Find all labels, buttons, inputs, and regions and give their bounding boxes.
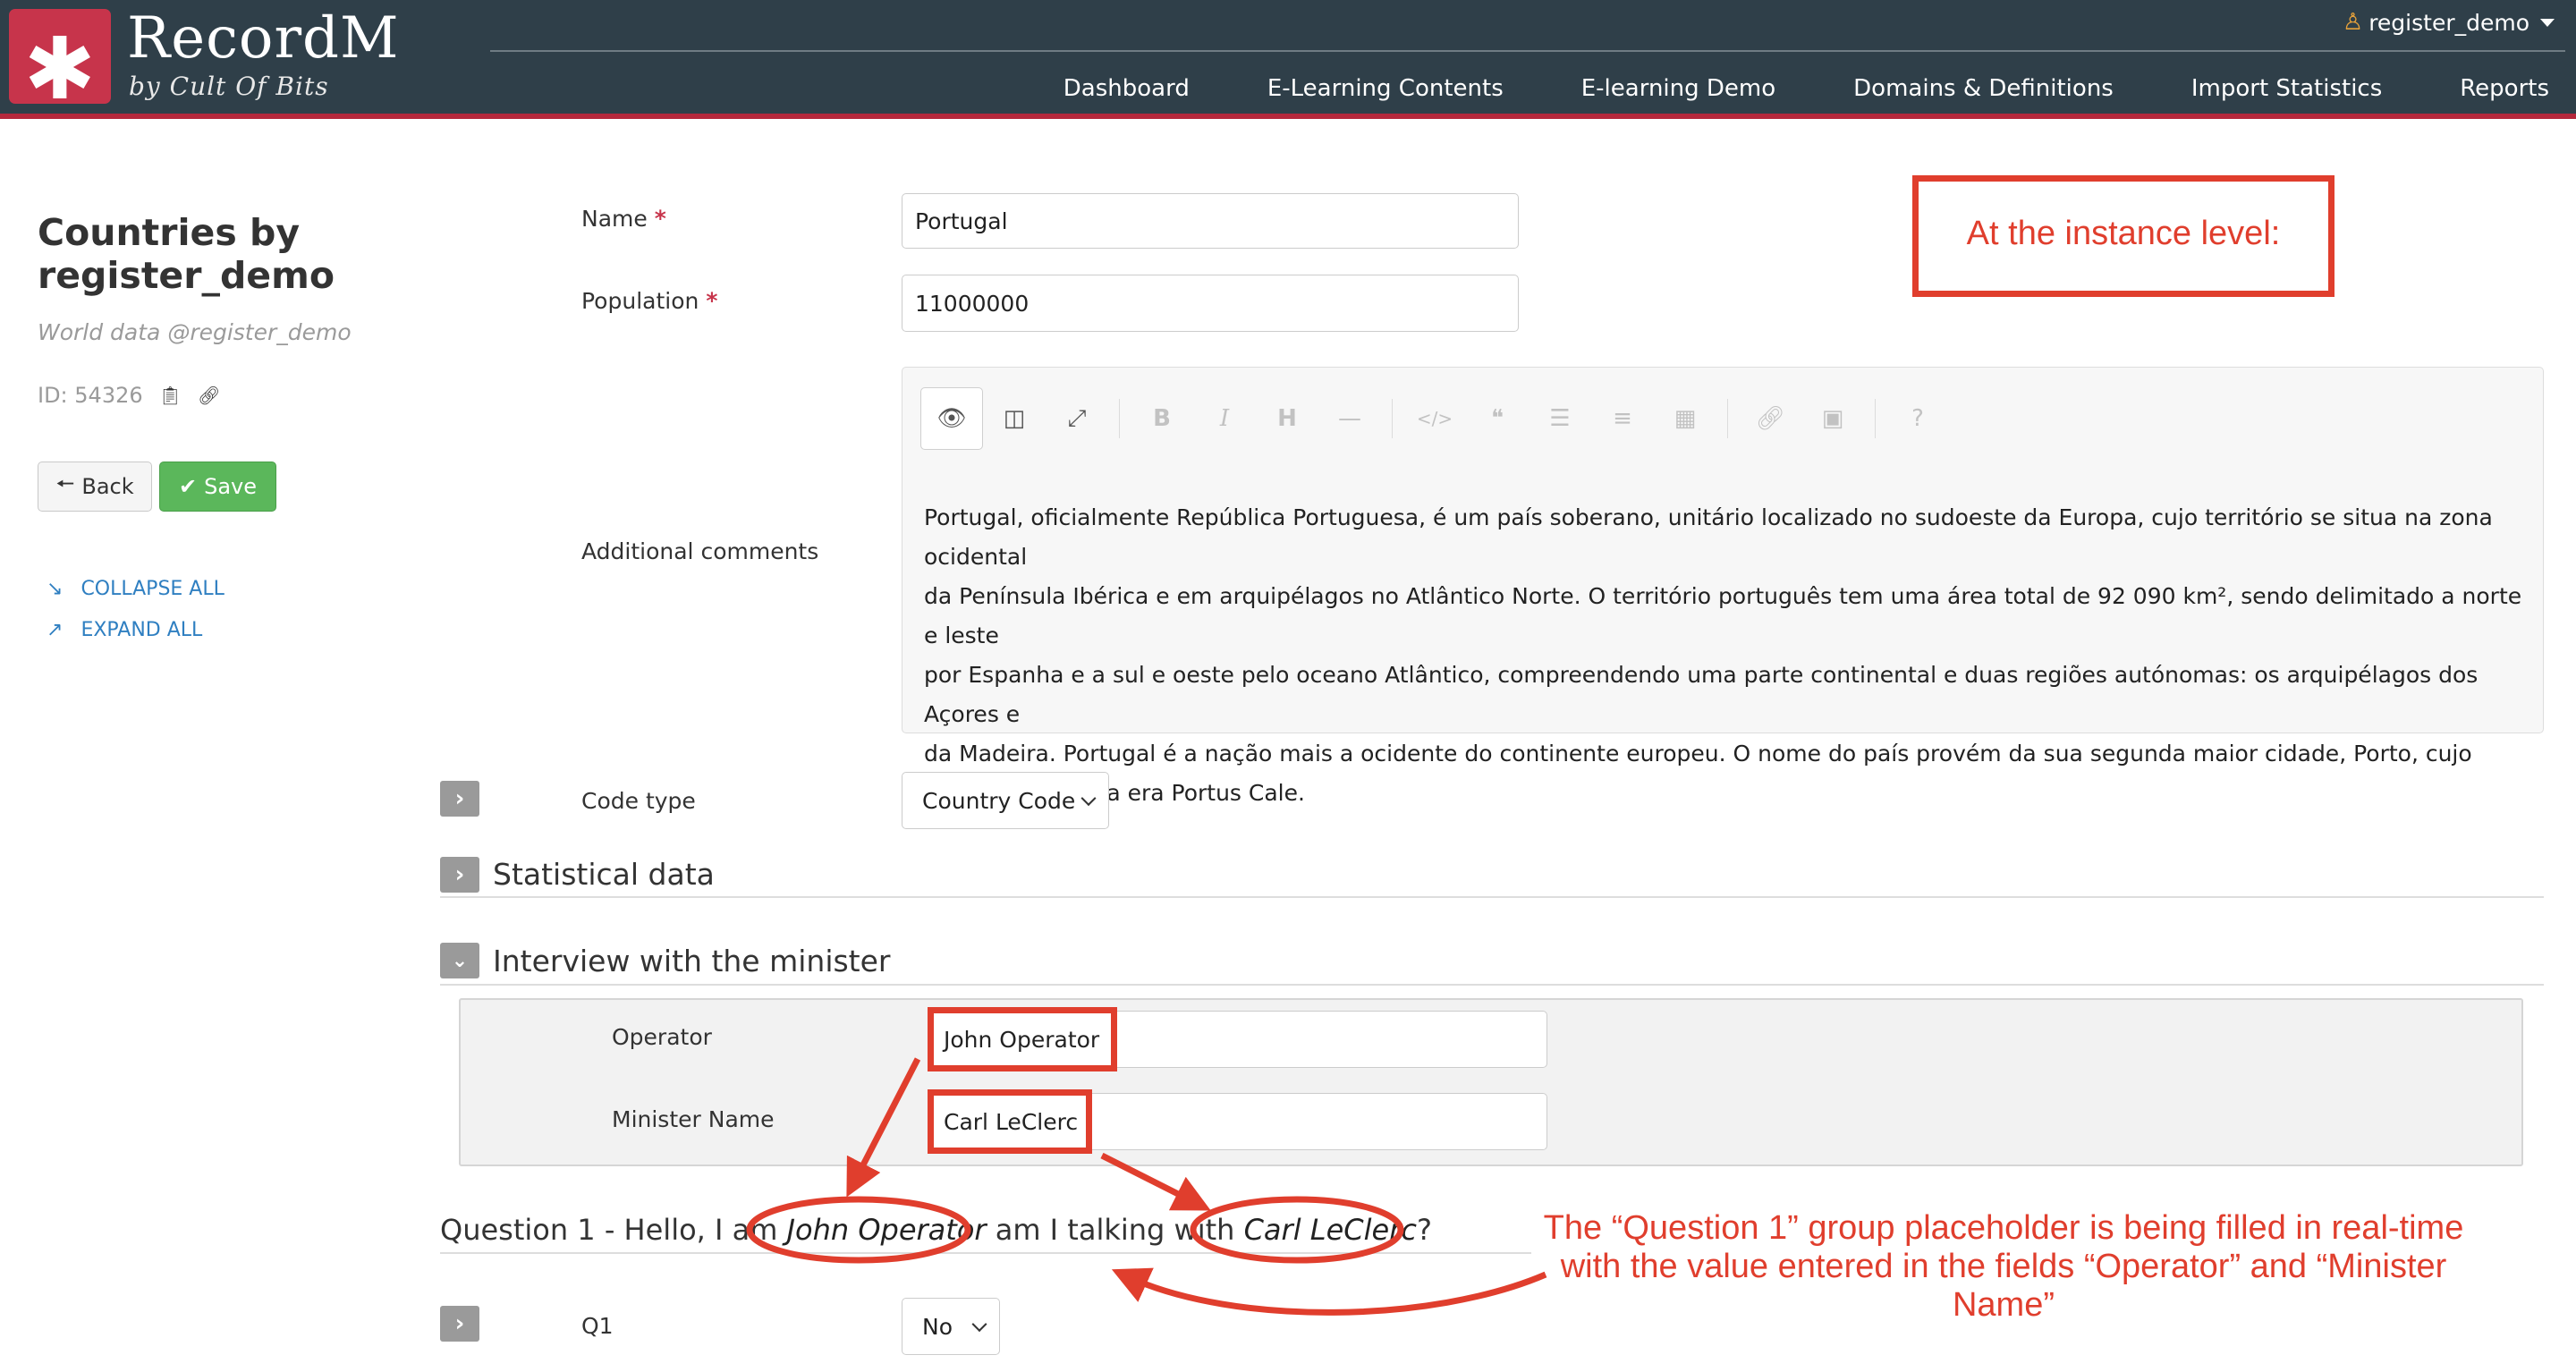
operator-placeholder-ellipse — [746, 1196, 971, 1264]
annotation-arrows — [746, 1057, 1547, 1316]
explanation-arrow — [1111, 1267, 1547, 1316]
explanation-line: The “Question 1” group placeholder is be… — [1543, 1209, 2464, 1247]
operator-arrow — [846, 1057, 921, 1198]
minister-arrow — [1100, 1152, 1211, 1211]
explanation-line: with the value entered in the fields “Op… — [1560, 1248, 2447, 1285]
explanation-line: Name” — [1952, 1286, 2055, 1324]
realtime-explanation-text: The “Question 1” group placeholder is be… — [1530, 1209, 2478, 1325]
minister-placeholder-ellipse — [1190, 1196, 1404, 1264]
